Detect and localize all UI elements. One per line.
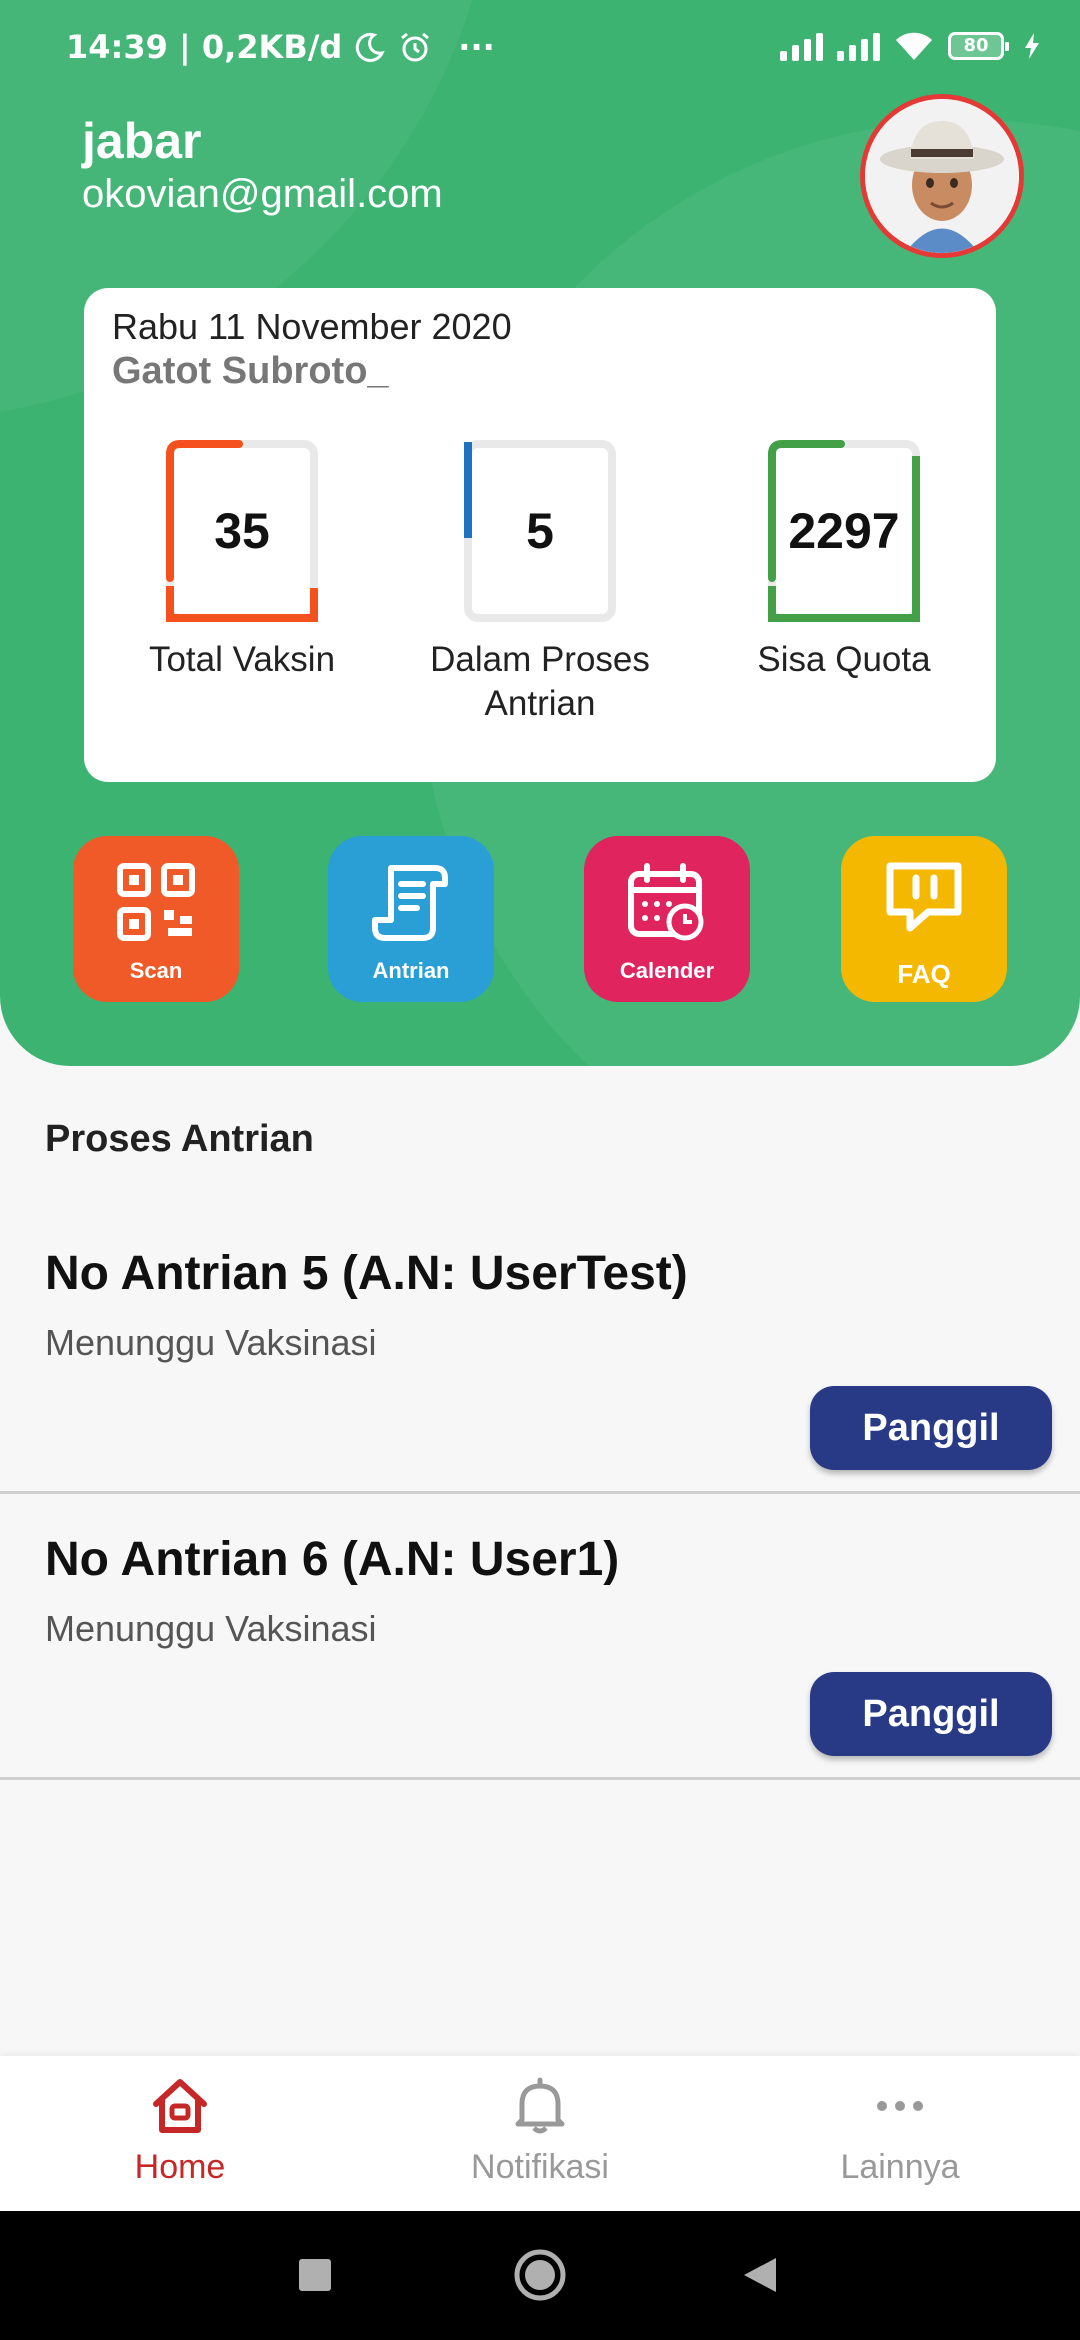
avatar[interactable]	[860, 94, 1024, 258]
status-time: 14:39 | 0,2KB/d	[66, 28, 343, 66]
stat-label: Sisa Quota	[757, 640, 931, 679]
nav-lainnya-label: Lainnya	[840, 2148, 960, 2186]
faq-button[interactable]: FAQ	[841, 836, 1007, 1002]
nav-notifikasi[interactable]: Notifikasi	[360, 2056, 720, 2211]
nav-notifikasi-label: Notifikasi	[471, 2148, 609, 2186]
scan-button[interactable]: Scan	[73, 836, 239, 1002]
system-nav-bar	[0, 2211, 1080, 2340]
antrian-button[interactable]: Antrian	[328, 836, 494, 1002]
charging-icon	[1025, 33, 1039, 59]
stat-progress-frame: 5	[462, 438, 618, 624]
queue-title: No Antrian 6 (A.N: User1)	[45, 1533, 620, 1586]
status-left: 14:39 | 0,2KB/d ···	[66, 28, 495, 66]
bottom-nav: Home Notifikasi Lainnya	[0, 2056, 1080, 2211]
home-circle-icon[interactable]	[514, 2249, 566, 2301]
queue-item: No Antrian 5 (A.N: UserTest) Menunggu Va…	[0, 1208, 1080, 1494]
stat-sisa-quota: 2297 Sisa Quota	[694, 438, 994, 682]
more-dots-icon	[877, 2101, 923, 2111]
user-name: jabar	[82, 113, 202, 169]
stat-progress-frame: 35	[164, 438, 320, 624]
nav-home-label: Home	[134, 2148, 226, 2186]
moon-icon	[356, 32, 386, 62]
scroll-icon	[372, 865, 448, 941]
scan-label: Scan	[129, 958, 183, 983]
back-icon[interactable]	[742, 2256, 778, 2294]
calender-label: Calender	[619, 958, 715, 983]
queue-item: No Antrian 6 (A.N: User1) Menunggu Vaksi…	[0, 1494, 1080, 1780]
battery-icon: 80	[948, 32, 1009, 60]
section-title: Proses Antrian	[45, 1118, 314, 1160]
nav-home[interactable]: Home	[0, 2056, 360, 2211]
recent-apps-icon[interactable]	[298, 2258, 332, 2292]
faq-label: FAQ	[897, 959, 951, 989]
signal-icon	[837, 31, 880, 61]
wifi-icon	[896, 32, 932, 60]
stat-dalam-proses: 5 Dalam Proses Antrian	[390, 438, 690, 726]
bell-icon	[515, 2077, 565, 2134]
stat-progress-frame: 2297	[766, 438, 922, 624]
summary-location: Gatot Subroto_	[112, 350, 389, 392]
status-bar: 14:39 | 0,2KB/d ··· 80	[0, 0, 1080, 100]
chat-icon	[886, 862, 962, 932]
calendar-icon	[628, 863, 704, 941]
nav-lainnya[interactable]: Lainnya	[720, 2056, 1080, 2211]
user-email: okovian@gmail.com	[82, 172, 443, 216]
status-right: 80	[780, 30, 1040, 62]
alarm-icon	[401, 32, 430, 62]
stat-label: Total Vaksin	[148, 640, 336, 679]
summary-date: Rabu 11 November 2020	[112, 306, 512, 347]
stat-label: Dalam Proses Antrian	[430, 640, 650, 723]
stat-value: 2297	[788, 503, 900, 559]
status-more: ···	[458, 28, 495, 66]
queue-status: Menunggu Vaksinasi	[45, 1608, 377, 1649]
avatar-image	[865, 99, 1019, 253]
queue-title: No Antrian 5 (A.N: UserTest)	[45, 1247, 688, 1300]
stat-total-vaksin: 35 Total Vaksin	[92, 438, 392, 682]
stat-value: 35	[214, 503, 270, 559]
queue-status: Menunggu Vaksinasi	[45, 1322, 377, 1363]
summary-card: Rabu 11 November 2020 Gatot Subroto_ 35 …	[84, 288, 996, 782]
signal-icon	[780, 31, 823, 61]
home-icon	[153, 2079, 207, 2133]
qr-code-icon	[117, 863, 195, 941]
panggil-button[interactable]: Panggil	[810, 1672, 1052, 1756]
panggil-button[interactable]: Panggil	[810, 1386, 1052, 1470]
calender-button[interactable]: Calender	[584, 836, 750, 1002]
antrian-label: Antrian	[372, 958, 450, 983]
stat-value: 5	[526, 503, 554, 559]
